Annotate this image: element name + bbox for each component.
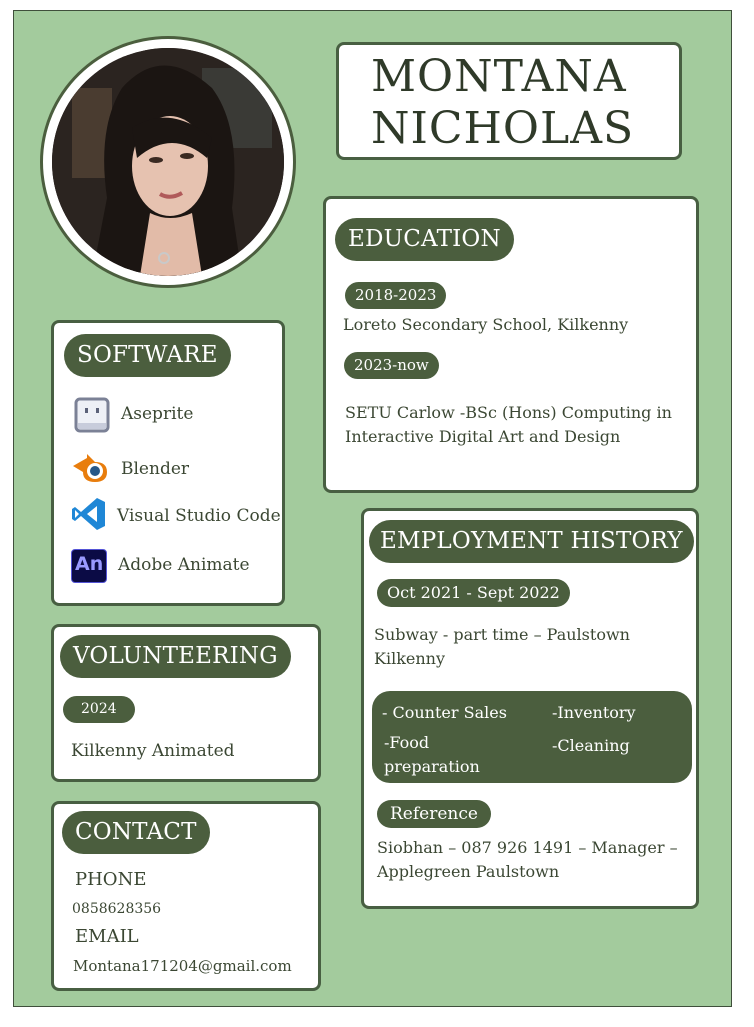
software-item-aseprite: Aseprite	[121, 404, 194, 424]
volunteering-heading: VOLUNTEERING	[60, 635, 291, 678]
first-name: MONTANA	[371, 51, 627, 102]
vscode-icon	[71, 496, 107, 532]
employment-period: Oct 2021 - Sept 2022	[377, 579, 570, 607]
education-school-1: Loreto Secondary School, Kilkenny	[343, 315, 629, 334]
skill-inventory: -Inventory	[552, 703, 636, 722]
education-heading: EDUCATION	[335, 218, 514, 261]
education-school-2-line1: SETU Carlow -BSc (Hons) Computing in	[345, 403, 672, 422]
volunteering-org: Kilkenny Animated	[71, 741, 235, 761]
software-item-blender: Blender	[121, 459, 190, 479]
education-years-1: 2018-2023	[345, 282, 447, 309]
reference-line1: Siobhan – 087 926 1491 – Manager –	[377, 838, 678, 857]
name-box: MONTANA NICHOLAS	[336, 42, 682, 160]
phone-number: 0858628356	[72, 901, 162, 917]
education-years-2: 2023-now	[344, 352, 439, 379]
employment-skills-box: - Counter Sales -Inventory -Food prepara…	[372, 691, 692, 783]
profile-photo	[52, 48, 284, 276]
blender-icon	[71, 450, 111, 484]
software-item-adobe-animate: Adobe Animate	[118, 555, 250, 575]
education-school-2-line2: Interactive Digital Art and Design	[345, 427, 621, 446]
profile-photo-frame	[40, 36, 296, 288]
email-label: EMAIL	[75, 926, 139, 947]
software-item-vscode: Visual Studio Code	[117, 506, 281, 526]
skill-food-line1: -Food	[384, 733, 430, 752]
skill-counter-sales: - Counter Sales	[382, 703, 507, 722]
reference-line2: Applegreen Paulstown	[377, 862, 560, 881]
employment-role-line1: Subway - part time – Paulstown	[374, 625, 630, 644]
adobe-animate-icon: An	[71, 549, 107, 583]
employment-role-line2: Kilkenny	[374, 649, 445, 668]
volunteering-year: 2024	[63, 696, 135, 723]
phone-label: PHONE	[75, 869, 147, 890]
software-heading: SOFTWARE	[64, 334, 231, 377]
email-address: Montana171204@gmail.com	[73, 957, 292, 975]
aseprite-icon	[74, 397, 110, 433]
employment-heading: EMPLOYMENT HISTORY	[369, 520, 694, 563]
last-name: NICHOLAS	[371, 103, 635, 154]
reference-label: Reference	[377, 800, 491, 828]
skill-food-line2: preparation	[384, 757, 480, 776]
contact-heading: CONTACT	[62, 811, 210, 854]
skill-cleaning: -Cleaning	[552, 736, 630, 755]
